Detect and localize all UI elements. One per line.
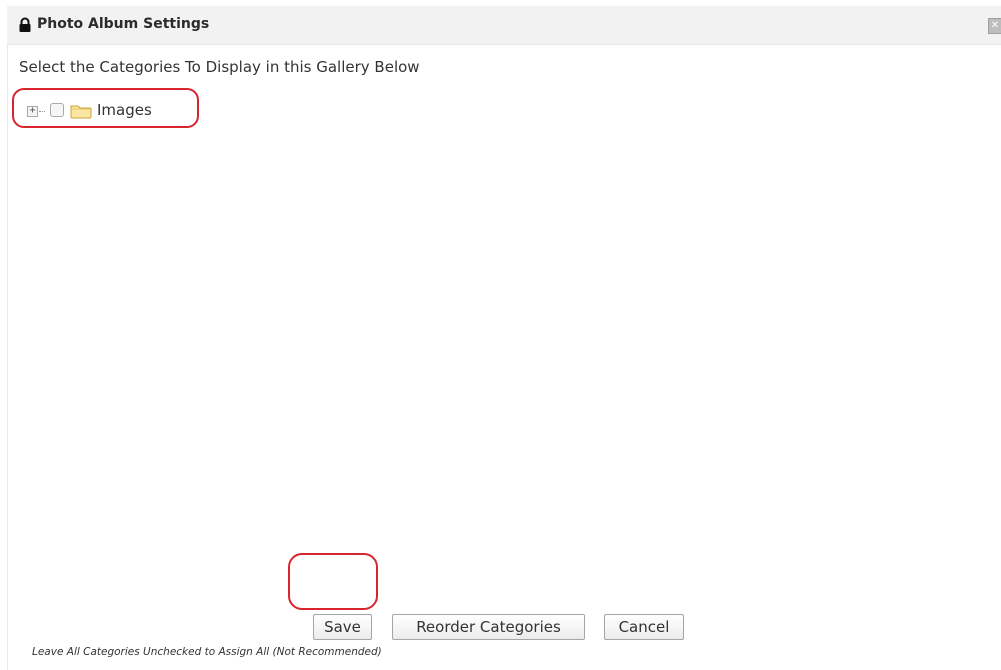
instruction-text: Select the Categories To Display in this… (19, 58, 420, 76)
footnote-text: Leave All Categories Unchecked to Assign… (32, 646, 382, 658)
save-button[interactable]: Save (313, 614, 372, 640)
category-checkbox[interactable] (50, 103, 64, 117)
lock-icon (17, 17, 33, 33)
tree-connector (39, 111, 45, 112)
category-label[interactable]: Images (97, 101, 152, 119)
dialog-title: Photo Album Settings (37, 16, 210, 32)
expand-icon[interactable]: + (27, 106, 38, 117)
reorder-categories-button[interactable]: Reorder Categories (392, 614, 585, 640)
close-icon[interactable]: ✕ (988, 18, 1001, 34)
dialog-titlebar: Photo Album Settings ✕ (7, 6, 1001, 45)
dialog-content: Select the Categories To Display in this… (7, 45, 1001, 670)
folder-icon (70, 103, 92, 119)
cancel-button[interactable]: Cancel (604, 614, 684, 640)
